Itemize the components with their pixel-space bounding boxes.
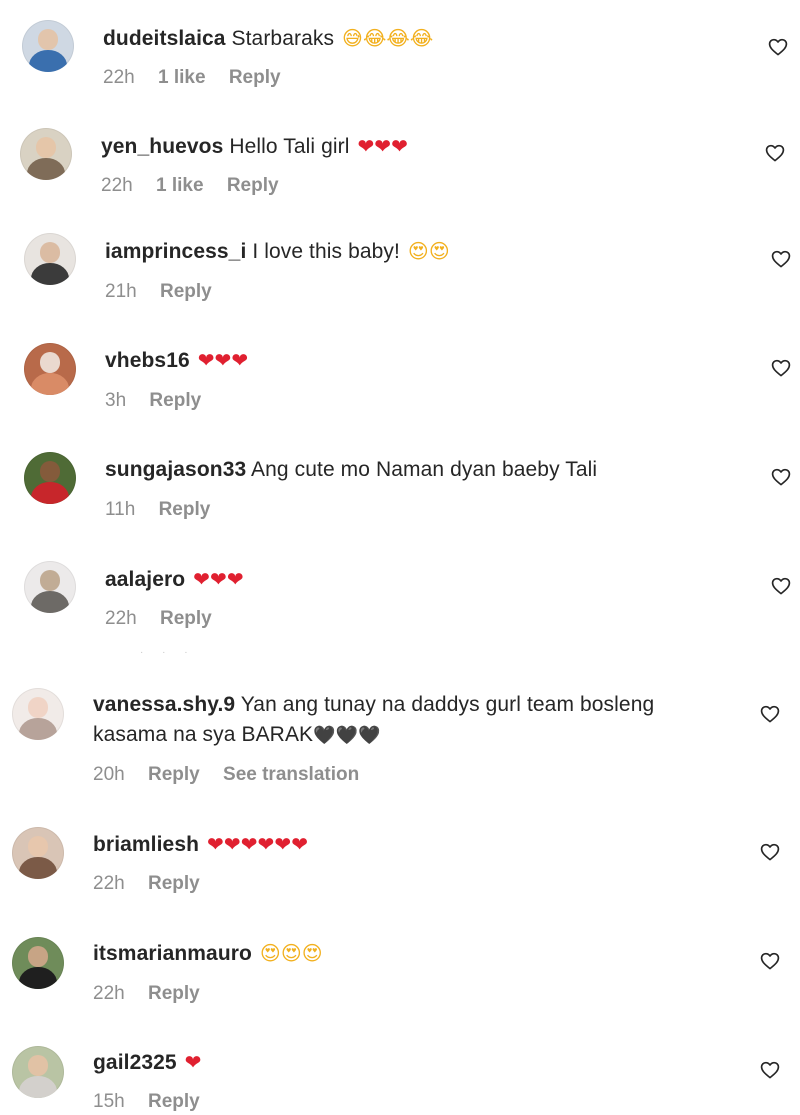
reply-button[interactable]: Reply bbox=[148, 1091, 200, 1112]
avatar[interactable] bbox=[12, 937, 64, 989]
comment-emoji: ❤ bbox=[184, 1050, 202, 1074]
avatar[interactable] bbox=[24, 561, 76, 613]
comment-username[interactable]: vhebs16 bbox=[105, 349, 190, 372]
reply-button[interactable]: Reply bbox=[148, 983, 200, 1004]
avatar[interactable] bbox=[20, 128, 72, 180]
comment-time: 3h bbox=[105, 390, 127, 411]
comment-username[interactable]: sungajason33 bbox=[105, 458, 246, 481]
avatar[interactable] bbox=[24, 343, 76, 395]
comment-likes[interactable]: 1 like bbox=[158, 67, 206, 88]
reply-button[interactable]: Reply bbox=[159, 499, 211, 520]
reply-button[interactable]: Reply bbox=[148, 764, 200, 785]
comment-emoji: ❤❤❤❤❤❤ bbox=[206, 832, 309, 856]
like-heart-icon[interactable] bbox=[767, 36, 789, 58]
avatar[interactable] bbox=[12, 827, 64, 879]
comment-emoji: ❤❤❤ bbox=[197, 348, 249, 372]
avatar[interactable] bbox=[24, 452, 76, 504]
comment-username[interactable]: briamliesh bbox=[93, 833, 199, 856]
like-heart-icon[interactable] bbox=[764, 142, 786, 164]
section-divider: · · · bbox=[140, 647, 196, 658]
comment-time: 20h bbox=[93, 764, 125, 785]
avatar[interactable] bbox=[12, 688, 64, 740]
reply-button[interactable]: Reply bbox=[227, 175, 279, 196]
reply-button[interactable]: Reply bbox=[149, 390, 201, 411]
comment-username[interactable]: iamprincess_i bbox=[105, 240, 246, 263]
like-heart-icon[interactable] bbox=[770, 575, 792, 597]
reply-button[interactable]: Reply bbox=[160, 281, 212, 302]
like-heart-icon[interactable] bbox=[759, 703, 781, 725]
like-heart-icon[interactable] bbox=[770, 466, 792, 488]
like-heart-icon[interactable] bbox=[759, 950, 781, 972]
comment-time: 22h bbox=[101, 175, 133, 196]
comment-time: 22h bbox=[103, 67, 135, 88]
comment-time: 22h bbox=[93, 873, 125, 894]
avatar[interactable] bbox=[12, 1046, 64, 1098]
avatar[interactable] bbox=[22, 20, 74, 72]
comment-emoji: ❤❤❤ bbox=[193, 567, 244, 591]
reply-button[interactable]: Reply bbox=[148, 873, 200, 894]
comment-username[interactable]: yen_huevos bbox=[101, 135, 223, 158]
like-heart-icon[interactable] bbox=[759, 1059, 781, 1081]
comment-likes[interactable]: 1 like bbox=[156, 175, 204, 196]
comment-time: 22h bbox=[93, 983, 125, 1004]
reply-button[interactable]: Reply bbox=[160, 608, 212, 629]
see-translation-button[interactable]: See translation bbox=[223, 764, 359, 785]
comment-username[interactable]: vanessa.shy.9 bbox=[93, 693, 235, 716]
reply-button[interactable]: Reply bbox=[229, 67, 281, 88]
comment-emoji: 😍😍 bbox=[407, 239, 450, 263]
avatar[interactable] bbox=[24, 233, 76, 285]
comments-list: dudeitslaica Starbaraks 😅😂😂😂 22h 1 like … bbox=[0, 0, 800, 1112]
comment-time: 21h bbox=[105, 281, 137, 302]
comment-username[interactable]: dudeitslaica bbox=[103, 27, 226, 50]
comment-username[interactable]: itsmarianmauro bbox=[93, 942, 252, 965]
comment-text: Hello Tali girl bbox=[229, 135, 350, 158]
like-heart-icon[interactable] bbox=[770, 357, 792, 379]
comment-text: Ang cute mo Naman dyan baeby Tali bbox=[251, 458, 598, 481]
comment-emoji: 😍😍😍 bbox=[259, 941, 323, 965]
comment-emoji: 🖤🖤🖤 bbox=[313, 725, 381, 746]
comment-username[interactable]: aalajero bbox=[105, 568, 185, 591]
comment-time: 22h bbox=[105, 608, 137, 629]
comment-text: I love this baby! bbox=[252, 240, 400, 263]
like-heart-icon[interactable] bbox=[770, 248, 792, 270]
comment-time: 11h bbox=[105, 499, 136, 520]
comment-username[interactable]: gail2325 bbox=[93, 1051, 177, 1074]
like-heart-icon[interactable] bbox=[759, 841, 781, 863]
comment-text: Starbaraks bbox=[231, 27, 335, 50]
comment-time: 15h bbox=[93, 1091, 125, 1112]
comment-emoji: ❤❤❤ bbox=[357, 134, 409, 158]
comment-emoji: 😅😂😂😂 bbox=[342, 26, 434, 50]
